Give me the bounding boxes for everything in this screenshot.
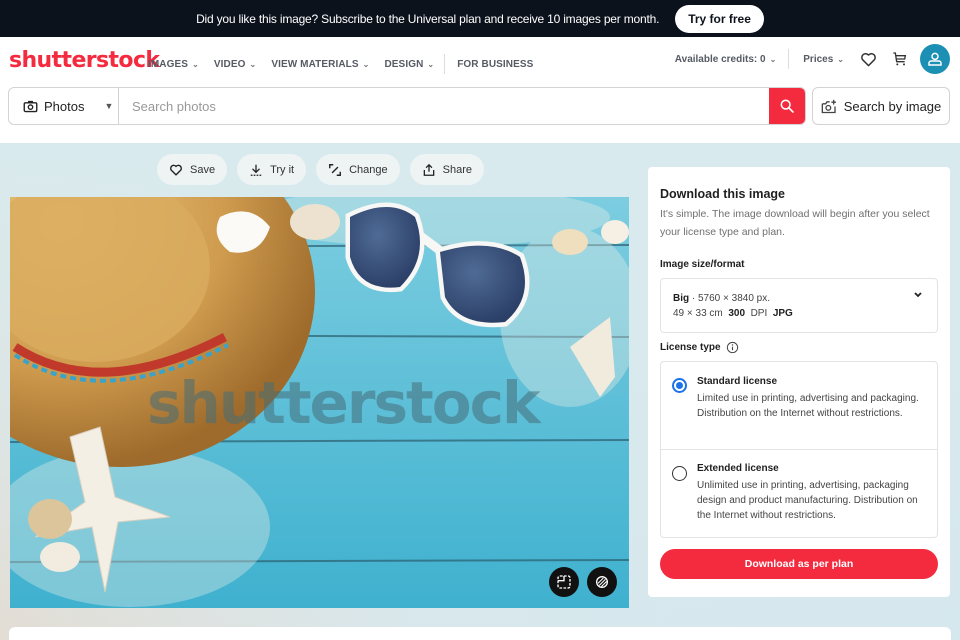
info-icon[interactable] [726, 341, 739, 354]
share-icon [423, 163, 434, 176]
size-name: Big [673, 293, 690, 304]
standard-license-radio[interactable] [672, 378, 687, 393]
size-pixels: · 5760 × 3840 px. [691, 293, 771, 304]
license-type-label: License type [660, 341, 739, 354]
nav-divider [444, 54, 446, 74]
chevron-down-icon [914, 292, 922, 298]
search-type-label: Photos [44, 98, 85, 114]
panel-title: Download this image [660, 187, 786, 201]
download-as-per-plan-button[interactable]: Download as per plan [660, 549, 938, 579]
extended-license-radio[interactable] [672, 466, 687, 481]
share-button[interactable]: Share [409, 154, 485, 185]
nav-design-label: DESIGN [384, 58, 424, 70]
image-size-label-text: Image size/format [660, 259, 745, 270]
promo-banner: Did you like this image? Subscribe to th… [0, 0, 960, 37]
cart-button[interactable] [888, 47, 912, 71]
nav-video-label: VIDEO [213, 58, 246, 70]
license-divider [661, 449, 937, 450]
download-panel: Download this image It's simple. The ima… [648, 167, 950, 597]
search-button[interactable] [769, 88, 805, 124]
standard-license-title: Standard license [697, 376, 778, 387]
crop-frame-icon [557, 575, 571, 589]
available-credits-dropdown[interactable]: Available credits: 0 ⌄ [675, 54, 776, 65]
search-by-image-label: Search by image [843, 98, 942, 114]
chevron-down-icon: ⌄ [769, 54, 777, 64]
sparkle-circle-icon [596, 576, 608, 588]
nav-for-business-label: FOR BUSINESS [457, 58, 534, 70]
try-it-label: Try it [270, 163, 295, 176]
search-icon [780, 99, 794, 113]
promo-text: Did you like this image? Subscribe to th… [196, 11, 660, 26]
watermark: shutterstock [147, 369, 541, 437]
search-input[interactable] [119, 88, 769, 124]
cart-icon [893, 52, 907, 66]
license-option-standard[interactable]: Standard license Limited use in printing… [661, 376, 937, 421]
extended-license-title: Extended license [697, 463, 779, 474]
size-line-1: Big · 5760 × 3840 px. [673, 291, 925, 306]
nav-images[interactable]: IMAGES ⌄ [148, 59, 199, 70]
credits-label: Available credits: 0 [674, 53, 766, 65]
bottom-content-card [9, 627, 951, 640]
try-it-button[interactable]: Try it [237, 154, 307, 185]
image-size-dropdown[interactable]: Big · 5760 × 3840 px. 49 × 33 cm 300 DPI… [660, 278, 938, 333]
camera-icon [23, 100, 38, 112]
camera-plus-icon [821, 99, 836, 113]
heart-icon [860, 52, 876, 66]
change-label: Change [349, 163, 388, 176]
try-for-free-button[interactable]: Try for free [675, 4, 764, 33]
chevron-down-icon: ⌄ [837, 54, 844, 64]
image-actions: Save Try it Change Share [157, 154, 485, 185]
image-size-label: Image size/format [660, 259, 744, 270]
license-options: Standard license Limited use in printing… [660, 361, 938, 538]
chevron-down-icon: ⌄ [362, 59, 370, 69]
nav-view-materials[interactable]: VIEW MATERIALS ⌄ [271, 59, 369, 70]
chevron-down-icon: ⌄ [249, 59, 257, 69]
preview-image[interactable]: shutterstock [10, 197, 629, 608]
size-line-2: 49 × 33 cm 300 DPI JPG [673, 306, 925, 321]
nav-view-materials-label: VIEW MATERIALS [271, 58, 359, 70]
account-nav: Available credits: 0 ⌄ Prices ⌄ [675, 44, 950, 74]
crop-tool-button[interactable] [549, 567, 579, 597]
license-type-label-text: License type [660, 342, 721, 353]
shutterstock-logo[interactable]: shutterstock [9, 48, 160, 73]
size-dpi-value: 300 [728, 308, 746, 319]
search-type-dropdown[interactable]: Photos ▼ [9, 88, 119, 124]
download-icon [250, 164, 262, 176]
chevron-down-icon: ⌄ [192, 59, 199, 69]
prices-label: Prices [803, 53, 834, 65]
nav-design[interactable]: DESIGN ⌄ [384, 59, 434, 70]
nav-for-business[interactable]: FOR BUSINESS [457, 59, 533, 70]
size-dpi-label: DPI [750, 308, 768, 319]
site-header: shutterstock IMAGES ⌄ VIDEO ⌄ VIEW MATERIA… [0, 37, 960, 85]
nav-video[interactable]: VIDEO ⌄ [214, 59, 256, 70]
change-button[interactable]: Change [316, 154, 400, 185]
heart-icon [170, 164, 182, 176]
save-label: Save [190, 163, 216, 176]
save-button[interactable]: Save [157, 154, 228, 185]
search-bar: Photos ▼ [8, 87, 806, 125]
license-option-extended[interactable]: Extended license Unlimited use in printi… [661, 463, 937, 523]
size-cm: 49 × 33 cm [673, 308, 723, 319]
extended-license-desc: Unlimited use in printing, advertising, … [697, 480, 918, 521]
favorites-button[interactable] [856, 47, 880, 71]
main-nav: IMAGES ⌄ VIDEO ⌄ VIEW MATERIALS ⌄ DESIGN ⌄ F… [148, 54, 548, 74]
nav-images-label: IMAGES [148, 58, 189, 70]
edit-icon [329, 163, 342, 176]
share-label: Share [442, 163, 473, 176]
standard-license-desc: Limited use in printing, advertising and… [697, 393, 919, 419]
chevron-down-icon: ⌄ [427, 59, 435, 69]
size-format: JPG [772, 308, 793, 319]
user-avatar-button[interactable] [920, 44, 950, 74]
caret-down-icon: ▼ [104, 101, 114, 111]
account-nav-divider [788, 49, 790, 69]
user-icon [928, 52, 942, 66]
search-by-image-button[interactable]: Search by image [812, 87, 950, 125]
ai-tool-button[interactable] [587, 567, 617, 597]
panel-subtitle: It's simple. The image download will beg… [660, 208, 930, 238]
prices-dropdown[interactable]: Prices ⌄ [803, 54, 844, 65]
